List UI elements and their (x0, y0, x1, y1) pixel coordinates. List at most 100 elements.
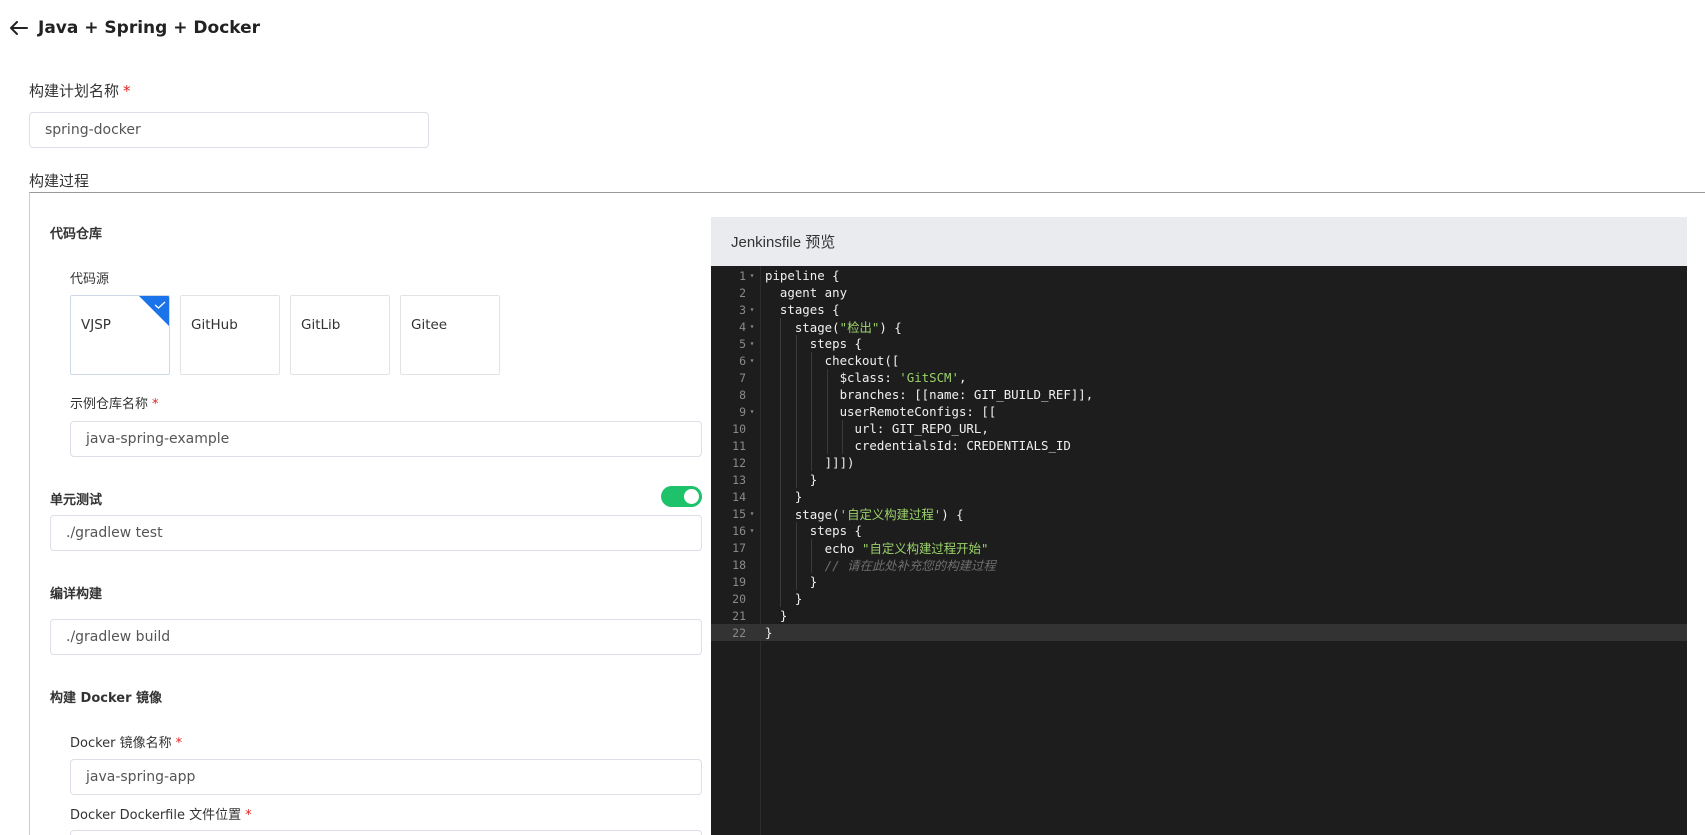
back-arrow-icon[interactable] (8, 17, 30, 39)
indent-guide (811, 420, 813, 437)
code-text: } (765, 608, 788, 623)
indent-guide (826, 369, 828, 386)
line-number: 17 (732, 540, 746, 555)
code-text: // 请在此处补充您的构建过程 (824, 557, 996, 573)
indent-guide (795, 335, 797, 352)
indent-guide (780, 335, 782, 352)
source-card-gitee[interactable]: Gitee (400, 295, 500, 375)
docker-image-label: Docker 镜像名称 * (70, 736, 183, 751)
code-text: checkout([ (765, 353, 900, 368)
dockerfile-input[interactable] (70, 830, 702, 835)
code-line: 5 ▾ steps { (711, 335, 1687, 352)
code-line: 21 } (711, 607, 1687, 624)
code-text: pipeline { (765, 268, 840, 283)
code-text: branches: [[name: GIT_BUILD_REF]], (765, 387, 1094, 402)
build-process-label: 构建过程 (29, 172, 90, 190)
code-text: userRemoteConfigs: [[ (765, 404, 997, 419)
unit-test-title: 单元测试 (50, 493, 103, 508)
code-line: 12 ]]]) (711, 454, 1687, 471)
source-card-github[interactable]: GitHub (180, 295, 280, 375)
code-text: stages { (765, 302, 840, 317)
line-number: 9 (739, 404, 746, 419)
indent-guide (780, 437, 782, 454)
docker-image-input[interactable]: java-spring-app (70, 759, 702, 795)
line-number: 21 (732, 608, 746, 623)
code-text: } (765, 591, 803, 606)
code-line: 1 ▾ pipeline { (711, 267, 1687, 284)
line-number: 14 (732, 489, 746, 504)
fold-arrow-icon[interactable]: ▾ (746, 322, 758, 331)
example-repo-label: 示例仓库名称 * (70, 397, 159, 412)
source-card-gitlib[interactable]: GitLib (290, 295, 390, 375)
indent-guide (795, 352, 797, 369)
code-line: 13 } (711, 471, 1687, 488)
line-number: 7 (739, 370, 746, 385)
toggle-knob (684, 489, 699, 504)
code-line: 14 } (711, 488, 1687, 505)
code-line: 9 ▾ userRemoteConfigs: [[ (711, 403, 1687, 420)
code-line: 22} (711, 624, 1687, 641)
fold-arrow-icon[interactable]: ▾ (746, 339, 758, 348)
code-line: 18 // 请在此处补充您的构建过程 (711, 556, 1687, 573)
code-line: 16 ▾ steps { (711, 522, 1687, 539)
page-title: Java + Spring + Docker (38, 18, 261, 38)
indent-guide (842, 420, 843, 437)
example-repo-input[interactable]: java-spring-example (70, 421, 702, 457)
indent-guide (795, 403, 797, 420)
code-line: 7 $class: 'GitSCM', (711, 369, 1687, 386)
line-number: 16 (732, 523, 746, 538)
code-text: echo "自定义构建过程开始" (765, 540, 989, 556)
line-number: 19 (732, 574, 746, 589)
fold-arrow-icon[interactable]: ▾ (746, 305, 758, 314)
code-text: } (765, 574, 818, 589)
indent-guide (826, 403, 828, 420)
fold-arrow-icon[interactable]: ▾ (746, 271, 758, 280)
required-mark: * (245, 808, 252, 823)
indent-guide (795, 420, 797, 437)
source-card-vjsp[interactable]: VJSP (70, 295, 170, 375)
page-header: Java + Spring + Docker (8, 14, 260, 42)
fold-arrow-icon[interactable]: ▾ (746, 407, 758, 416)
fold-arrow-icon[interactable]: ▾ (746, 526, 758, 535)
compile-input[interactable]: ./gradlew build (50, 619, 702, 655)
indent-guide (780, 488, 782, 505)
fold-arrow-icon[interactable]: ▾ (746, 356, 758, 365)
indent-guide (811, 437, 813, 454)
unit-test-toggle[interactable] (661, 486, 702, 507)
code-line: 17 echo "自定义构建过程开始" (711, 539, 1687, 556)
indent-guide (795, 522, 797, 539)
line-number: 4 (739, 319, 746, 334)
plan-name-input[interactable]: spring-docker (29, 112, 429, 148)
indent-guide (780, 386, 782, 403)
check-icon (154, 301, 166, 309)
unit-test-input[interactable]: ./gradlew test (50, 515, 702, 551)
indent-guide (780, 369, 782, 386)
dockerfile-label: Docker Dockerfile 文件位置 * (70, 808, 252, 823)
source-card-label: GitHub (191, 317, 238, 333)
indent-guide (780, 420, 782, 437)
code-text: } (765, 625, 773, 640)
line-number: 10 (732, 421, 746, 436)
indent-guide (780, 556, 782, 573)
indent-guide (795, 573, 797, 590)
indent-guide (811, 454, 813, 471)
code-line: 6 ▾ checkout([ (711, 352, 1687, 369)
indent-guide (795, 369, 797, 386)
code-text: } (765, 489, 803, 504)
indent-guide (795, 556, 797, 573)
compile-title: 编详构建 (50, 587, 103, 602)
indent-guide (780, 471, 782, 488)
line-number: 8 (739, 387, 746, 402)
indent-guide (826, 386, 828, 403)
indent-guide (811, 352, 813, 369)
code-line: 8 branches: [[name: GIT_BUILD_REF]], (711, 386, 1687, 403)
code-editor[interactable]: 1 ▾ pipeline {2 agent any 3 ▾ stages {4 ▾ sta… (711, 266, 1687, 835)
source-card-label: VJSP (81, 317, 111, 333)
code-text: url: GIT_REPO_URL, (765, 421, 989, 436)
indent-guide (811, 369, 813, 386)
fold-arrow-icon[interactable]: ▾ (746, 509, 758, 518)
line-number: 3 (739, 302, 746, 317)
indent-guide (780, 403, 782, 420)
code-line: 19 } (711, 573, 1687, 590)
indent-guide (826, 437, 828, 454)
